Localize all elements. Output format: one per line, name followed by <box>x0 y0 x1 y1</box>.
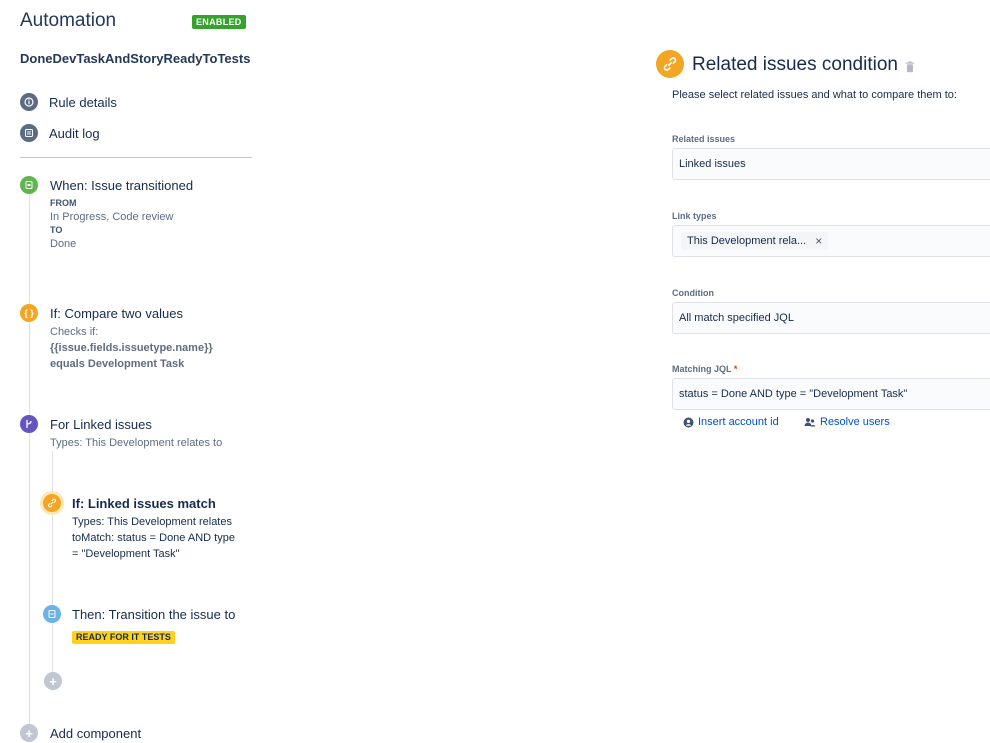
trigger-step[interactable]: When: Issue transitioned FROM In Progres… <box>50 178 250 252</box>
linked-match-line2: toMatch: status = Done AND type <box>72 532 235 544</box>
timeline-line <box>29 186 30 734</box>
panel-title: Related issues condition <box>692 54 898 75</box>
trigger-icon <box>20 176 38 194</box>
panel-description: Please select related issues and what to… <box>672 89 957 101</box>
related-issues-label: Related issues <box>672 134 736 144</box>
linked-match-line1: Types: This Development relates <box>72 516 232 528</box>
audit-log-label: Audit log <box>49 125 100 141</box>
trigger-title: When: Issue transitioned <box>50 178 194 193</box>
condition-select[interactable]: All match specified JQL <box>672 302 990 334</box>
condition-label: Condition <box>672 288 714 298</box>
jql-label-text: Matching JQL <box>672 364 732 374</box>
insert-account-id-label: Insert account id <box>698 416 779 428</box>
compare-icon: { } <box>20 304 38 322</box>
linked-match-step[interactable]: If: Linked issues match Types: This Deve… <box>72 496 252 562</box>
linked-match-line3: = "Development Task" <box>72 548 180 560</box>
jql-value: status = Done AND type = "Development Ta… <box>679 388 908 400</box>
transition-icon <box>43 605 61 623</box>
linked-match-title: If: Linked issues match <box>72 496 216 511</box>
related-issues-icon <box>656 50 684 78</box>
transition-status-wrap: READY FOR IT TESTS <box>72 627 252 645</box>
rule-details-link[interactable]: Rule details <box>20 92 117 112</box>
link-type-chip-label: This Development rela... <box>687 235 807 247</box>
compare-line2: {{issue.fields.issuetype.name}} <box>50 342 213 354</box>
branch-icon <box>20 415 38 433</box>
compare-title: If: Compare two values <box>50 306 183 321</box>
from-label: FROM <box>50 198 77 208</box>
related-issues-select[interactable]: Linked issues <box>672 148 990 180</box>
transition-step[interactable]: Then: Transition the issue to READY FOR … <box>72 607 252 645</box>
rule-details-label: Rule details <box>49 94 117 110</box>
link-types-select[interactable]: This Development rela... × <box>672 225 990 257</box>
resolve-users-button[interactable]: Resolve users <box>804 416 890 428</box>
status-badge: ENABLED <box>192 15 246 29</box>
condition-value: All match specified JQL <box>679 312 794 324</box>
info-icon <box>20 93 38 111</box>
compare-step[interactable]: If: Compare two values Checks if: {{issu… <box>50 306 250 372</box>
to-label: TO <box>50 225 63 235</box>
branch-step[interactable]: For Linked issues Types: This Developmen… <box>50 417 250 451</box>
branch-line <box>52 451 53 691</box>
divider <box>20 157 252 158</box>
add-component-label[interactable]: Add component <box>50 726 141 741</box>
link-types-label: Link types <box>672 211 717 221</box>
related-issues-value: Linked issues <box>679 158 746 170</box>
add-branch-component-button[interactable]: + <box>44 672 62 690</box>
transition-status-lozenge: READY FOR IT TESTS <box>72 631 175 644</box>
link-type-chip: This Development rela... × <box>681 232 829 250</box>
trash-icon[interactable] <box>905 60 915 73</box>
branch-subtitle: Types: This Development relates to <box>50 437 223 449</box>
audit-log-link[interactable]: Audit log <box>20 123 100 143</box>
add-component-icon[interactable]: + <box>20 724 38 742</box>
required-marker: * <box>733 364 738 374</box>
jql-label: Matching JQL * <box>672 364 737 374</box>
branch-title: For Linked issues <box>50 417 152 432</box>
insert-account-id-button[interactable]: Insert account id <box>683 416 779 428</box>
compare-line1: Checks if: <box>50 326 99 338</box>
resolve-users-label: Resolve users <box>820 416 890 428</box>
link-icon <box>43 494 61 512</box>
user-icon <box>683 417 694 427</box>
transition-title: Then: Transition the issue to <box>72 607 236 622</box>
compare-line3: equals Development Task <box>50 358 185 370</box>
list-icon <box>20 124 38 142</box>
to-value: Done <box>50 238 77 250</box>
users-icon <box>804 418 816 427</box>
rule-name[interactable]: DoneDevTaskAndStoryReadyToTests <box>20 51 250 66</box>
page-title: Automation <box>20 10 117 31</box>
jql-input[interactable]: status = Done AND type = "Development Ta… <box>672 378 990 410</box>
from-value: In Progress, Code review <box>50 211 174 223</box>
chip-remove-icon[interactable]: × <box>815 234 822 248</box>
